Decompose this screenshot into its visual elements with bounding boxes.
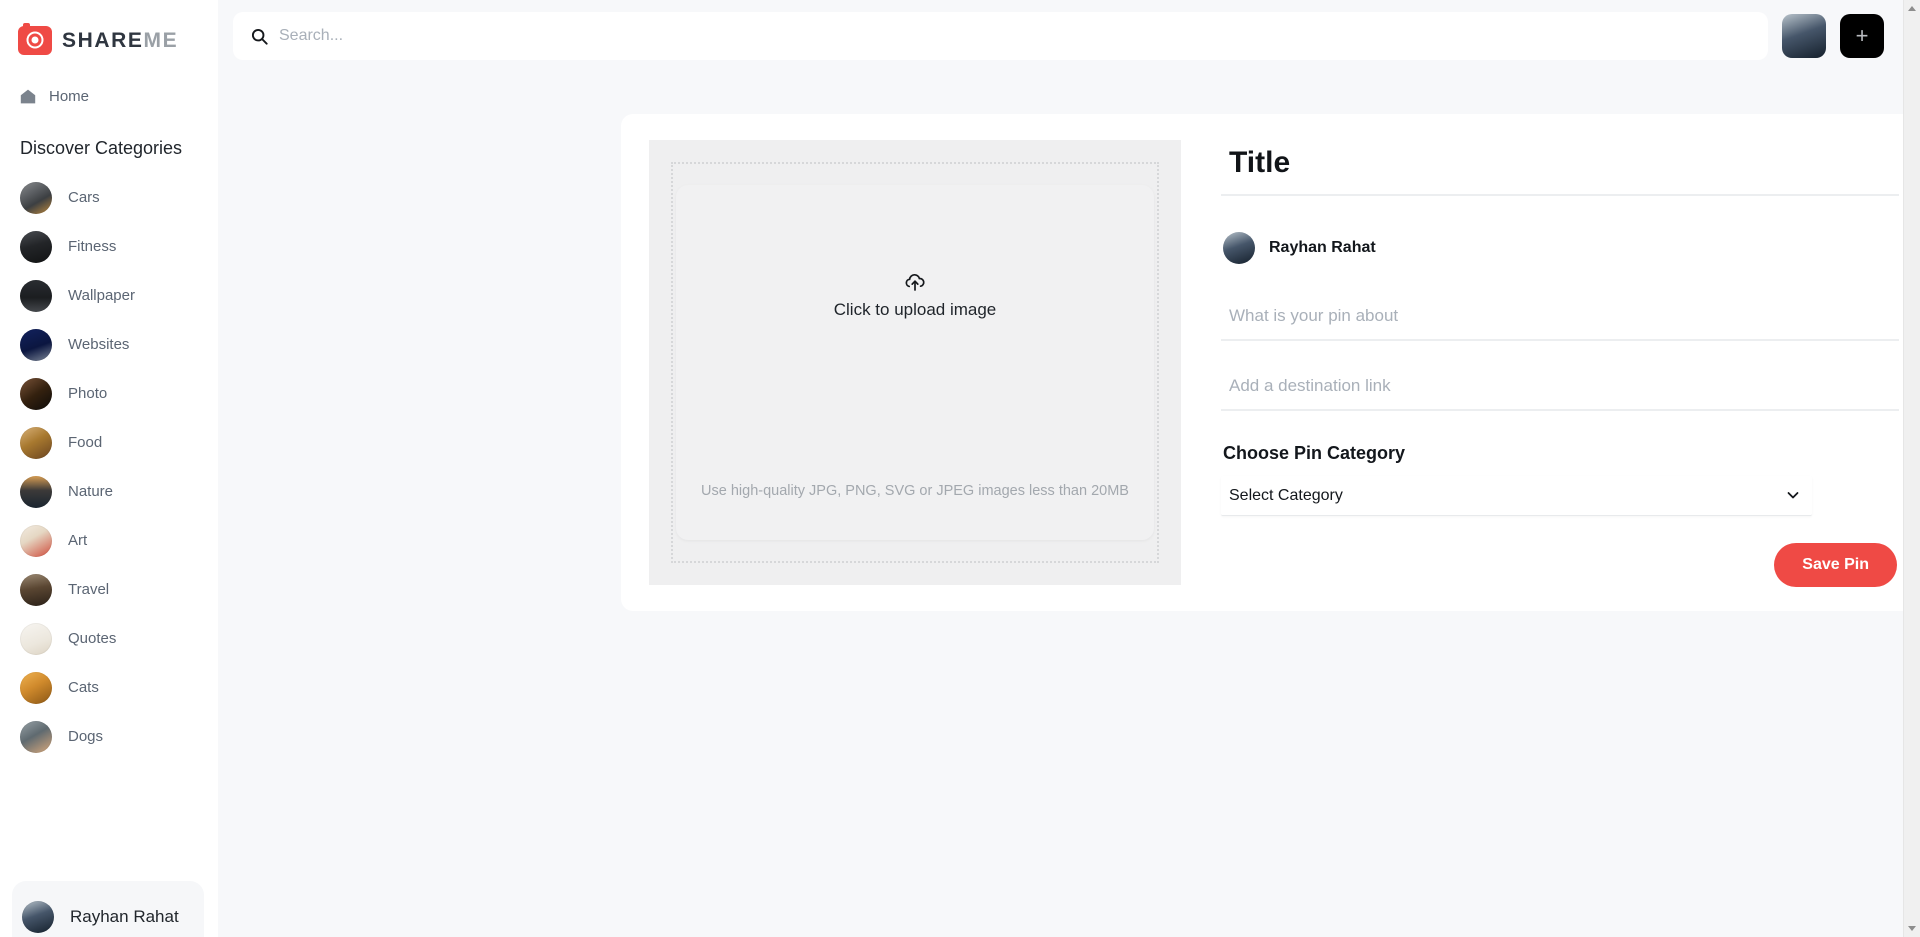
- pin-category-select-wrap: Select CategoryCarsFitnessWallpaperWebsi…: [1221, 476, 1812, 516]
- vertical-scrollbar[interactable]: [1903, 0, 1920, 937]
- save-row: Save Pin: [1221, 543, 1899, 587]
- main-content: + Click to upload image Use high-quality…: [218, 0, 1920, 937]
- category-label: Fitness: [68, 238, 117, 255]
- pin-about-field-wrap: [1221, 306, 1899, 341]
- category-thumbnail: [20, 279, 52, 312]
- author-name: Rayhan Rahat: [1269, 239, 1376, 256]
- category-thumbnail: [20, 524, 52, 557]
- sidebar-item-travel[interactable]: Travel: [0, 565, 218, 614]
- category-thumbnail: [20, 181, 52, 214]
- category-thumbnail: [20, 671, 52, 704]
- category-label: Cars: [68, 189, 100, 206]
- scroll-down-arrow-icon[interactable]: [1904, 920, 1920, 937]
- category-thumbnail: [20, 230, 52, 263]
- search-bar[interactable]: [233, 12, 1768, 60]
- upload-hint: Use high-quality JPG, PNG, SVG or JPEG i…: [701, 483, 1129, 499]
- sidebar-item-dogs[interactable]: Dogs: [0, 712, 218, 761]
- discover-categories-heading: Discover Categories: [20, 138, 183, 158]
- sidebar-item-art[interactable]: Art: [0, 516, 218, 565]
- sidebar-user-card[interactable]: Rayhan Rahat: [12, 881, 204, 937]
- sidebar-user-name: Rayhan Rahat: [70, 907, 179, 926]
- pin-category-select[interactable]: Select CategoryCarsFitnessWallpaperWebsi…: [1221, 476, 1812, 516]
- upload-dropzone[interactable]: Click to upload image Use high-quality J…: [676, 185, 1154, 540]
- pin-destination-link-input[interactable]: [1221, 376, 1899, 411]
- create-pin-card: Click to upload image Use high-quality J…: [621, 114, 1920, 611]
- category-label: Cats: [68, 679, 99, 696]
- sidebar-item-wallpaper[interactable]: Wallpaper: [0, 271, 218, 320]
- category-label: Nature: [68, 483, 114, 500]
- pin-link-field-wrap: [1221, 376, 1899, 411]
- brand-name-secondary: ME: [143, 28, 179, 52]
- upload-dashed-border: Click to upload image Use high-quality J…: [671, 162, 1159, 563]
- sidebar: SHAREME Home Discover Categories Cars Fit…: [0, 0, 218, 937]
- author-avatar: [1223, 232, 1255, 264]
- search-input[interactable]: [279, 27, 1750, 45]
- create-pin-button[interactable]: +: [1840, 14, 1884, 58]
- category-label: Wallpaper: [68, 287, 135, 304]
- sidebar-item-fitness[interactable]: Fitness: [0, 222, 218, 271]
- topbar: +: [218, 0, 1920, 72]
- sidebar-item-cats[interactable]: Cats: [0, 663, 218, 712]
- sidebar-item-quotes[interactable]: Quotes: [0, 614, 218, 663]
- category-thumbnail: [20, 426, 52, 459]
- category-label: Websites: [68, 336, 130, 353]
- category-thumbnail: [20, 475, 52, 508]
- pin-title-input[interactable]: [1221, 146, 1899, 196]
- upload-label: Click to upload image: [833, 300, 997, 319]
- category-thumbnail: [20, 622, 52, 655]
- search-icon: [251, 28, 268, 45]
- category-label: Food: [68, 434, 103, 451]
- home-icon: [20, 89, 36, 103]
- app-root: SHAREME Home Discover Categories Cars Fit…: [0, 0, 1920, 937]
- category-label: Dogs: [68, 728, 104, 745]
- upload-zone[interactable]: Click to upload image Use high-quality J…: [649, 140, 1181, 585]
- brand-name-primary: SHARE: [62, 28, 144, 52]
- topbar-avatar-button[interactable]: [1782, 14, 1826, 58]
- category-label: Photo: [68, 385, 108, 402]
- category-thumbnail: [20, 377, 52, 410]
- category-thumbnail: [20, 328, 52, 361]
- sidebar-item-nature[interactable]: Nature: [0, 467, 218, 516]
- category-thumbnail: [20, 573, 52, 606]
- category-label: Art: [68, 532, 88, 549]
- avatar: [22, 901, 54, 933]
- category-label: Quotes: [68, 630, 117, 647]
- pin-author: Rayhan Rahat: [1221, 232, 1899, 264]
- pin-category-label: Choose Pin Category: [1223, 443, 1406, 463]
- pin-about-input[interactable]: [1221, 306, 1899, 341]
- sidebar-item-cars[interactable]: Cars: [0, 173, 218, 222]
- category-list: Cars Fitness Wallpaper Websites Photo Food Nat…: [0, 173, 218, 761]
- cloud-upload-icon: [905, 273, 925, 291]
- sidebar-item-food[interactable]: Food: [0, 418, 218, 467]
- sidebar-item-home[interactable]: Home: [0, 76, 218, 116]
- camera-icon: [18, 22, 52, 55]
- scroll-up-arrow-icon[interactable]: [1904, 0, 1920, 17]
- pin-form: Rayhan Rahat Choose Pin Category Select …: [1207, 140, 1907, 587]
- sidebar-item-home-label: Home: [49, 87, 90, 105]
- category-thumbnail: [20, 720, 52, 753]
- sidebar-item-photo[interactable]: Photo: [0, 369, 218, 418]
- brand-logo[interactable]: SHAREME: [0, 0, 218, 58]
- sidebar-item-websites[interactable]: Websites: [0, 320, 218, 369]
- save-pin-button[interactable]: Save Pin: [1774, 543, 1897, 587]
- brand-name: SHAREME: [62, 30, 178, 51]
- category-label: Travel: [68, 581, 110, 598]
